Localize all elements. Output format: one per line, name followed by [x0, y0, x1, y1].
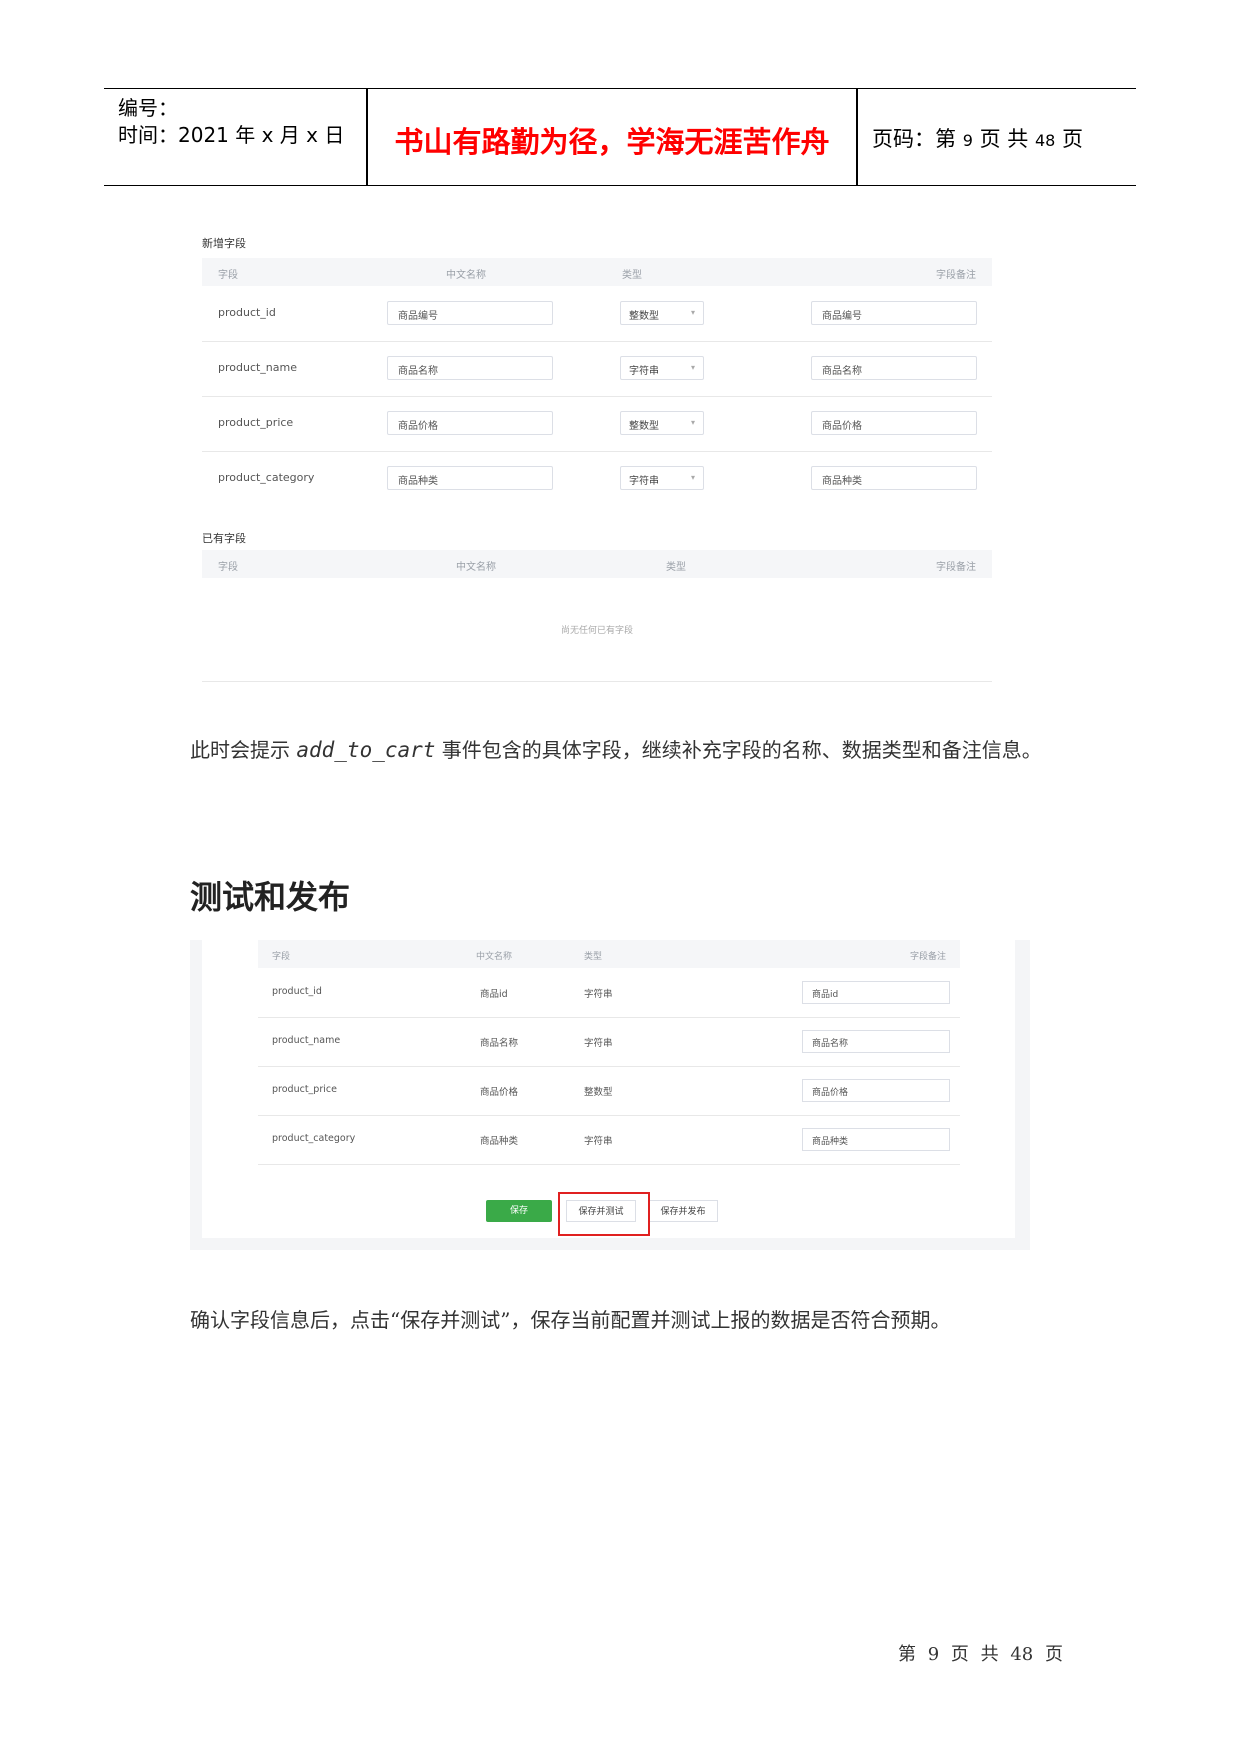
type-value: 字符串: [629, 366, 659, 377]
note-input[interactable]: 商品名称: [811, 356, 977, 380]
column-header: 类型: [622, 270, 642, 281]
field-name: product_price: [272, 1084, 337, 1095]
page-header: 编号： 时间：2021 年 x 月 x 日 书山有路勤为径，学海无涯苦作舟 页码…: [104, 88, 1136, 186]
column-header: 中文名称: [456, 562, 496, 573]
save-and-publish-button[interactable]: 保存并发布: [648, 1200, 718, 1222]
header-motto: 书山有路勤为径，学海无涯苦作舟: [394, 125, 830, 159]
column-header: 类型: [584, 952, 603, 962]
note-input[interactable]: 商品种类: [802, 1128, 950, 1151]
note-input[interactable]: 商品价格: [811, 411, 977, 435]
highlight-box: [558, 1192, 650, 1236]
field-name: product_category: [218, 471, 315, 484]
type-select[interactable]: 整数型 ▾: [620, 411, 704, 435]
page-mid: 页 共: [979, 127, 1029, 151]
column-header: 字段: [218, 562, 238, 573]
table-row: product_category 商品种类 字符串 商品种类: [258, 1115, 960, 1165]
chevron-down-icon: ▾: [690, 363, 695, 372]
table-row: product_name 商品名称 字符串 商品名称: [258, 1017, 960, 1067]
existing-fields-table-header: 字段 中文名称 类型 字段备注: [202, 550, 992, 578]
empty-state-message: 尚无任何已有字段: [560, 626, 633, 636]
table-row: product_category 商品种类 字符串 ▾ 商品种类: [202, 451, 992, 506]
new-fields-screenshot: 新增字段 字段 中文名称 类型 字段备注 product_id 商品编号 整数型…: [190, 230, 1000, 690]
existing-fields-title: 已有字段: [202, 532, 246, 545]
note-input[interactable]: 商品id: [802, 981, 950, 1004]
field-confirm-card: 字段 中文名称 类型 字段备注 product_id 商品id 字符串 商品id…: [202, 940, 1015, 1238]
type-value: 整数型: [629, 311, 659, 322]
chevron-down-icon: ▾: [690, 418, 695, 427]
table-row: product_name 商品名称 字符串 ▾ 商品名称: [202, 341, 992, 397]
header-divider: [856, 89, 858, 185]
cn-name-input[interactable]: 商品种类: [387, 466, 553, 490]
divider: [202, 681, 992, 682]
table-row: product_id 商品id 字符串 商品id: [258, 968, 960, 1018]
save-button[interactable]: 保存: [486, 1200, 552, 1222]
description-paragraph: 此时会提示 add_to_cart 事件包含的具体字段，继续补充字段的名称、数据…: [190, 726, 1070, 774]
column-header: 类型: [666, 562, 686, 573]
paragraph-text: 事件包含的具体字段，继续补充字段的名称、数据类型和备注信息。: [435, 738, 1042, 762]
column-header: 中文名称: [476, 952, 513, 962]
new-fields-table-header: 字段 中文名称 类型 字段备注: [202, 258, 992, 286]
confirm-paragraph: 确认字段信息后，点击“保存并测试”，保存当前配置并测试上报的数据是否符合预期。: [190, 1308, 951, 1332]
test-publish-screenshot: 字段 中文名称 类型 字段备注 product_id 商品id 字符串 商品id…: [190, 940, 1030, 1250]
field-name: product_price: [218, 416, 294, 429]
number-label: 编号：: [118, 96, 178, 120]
column-header: 字段备注: [936, 270, 976, 281]
field-name: product_name: [218, 361, 298, 374]
table-header: 字段 中文名称 类型 字段备注: [258, 940, 960, 968]
event-name: add_to_cart: [296, 738, 436, 762]
chevron-down-icon: ▾: [690, 308, 695, 317]
table-row: product_id 商品编号 整数型 ▾ 商品编号: [202, 286, 992, 342]
field-name: product_id: [218, 306, 276, 319]
header-page-info: 页码：第 9 页 共 48 页: [872, 123, 1083, 153]
section-heading: 测试和发布: [190, 878, 351, 916]
cn-name: 商品名称: [480, 1038, 519, 1049]
column-header: 中文名称: [446, 270, 486, 281]
field-name: product_category: [272, 1133, 356, 1144]
field-type: 字符串: [584, 989, 613, 1000]
type-select[interactable]: 字符串 ▾: [620, 466, 704, 490]
type-select[interactable]: 字符串 ▾: [620, 356, 704, 380]
cn-name: 商品id: [480, 989, 508, 1000]
note-input[interactable]: 商品名称: [802, 1030, 950, 1053]
time-label: 时间：2021 年 x 月 x 日: [118, 123, 345, 147]
column-header: 字段备注: [936, 562, 976, 573]
column-header: 字段备注: [909, 952, 946, 962]
table-row: product_price 商品价格 整数型 ▾ 商品价格: [202, 396, 992, 452]
column-header: 字段: [218, 270, 238, 281]
new-fields-title: 新增字段: [202, 237, 246, 250]
field-type: 字符串: [584, 1038, 613, 1049]
header-meta: 编号： 时间：2021 年 x 月 x 日: [118, 95, 344, 149]
type-value: 整数型: [629, 421, 659, 432]
cn-name-input[interactable]: 商品编号: [387, 301, 553, 325]
field-name: product_name: [272, 1035, 341, 1046]
field-type: 字符串: [584, 1136, 613, 1147]
field-type: 整数型: [584, 1087, 613, 1098]
field-name: product_id: [272, 986, 322, 997]
cn-name-input[interactable]: 商品价格: [387, 411, 553, 435]
cn-name-input[interactable]: 商品名称: [387, 356, 553, 380]
note-input[interactable]: 商品种类: [811, 466, 977, 490]
type-value: 字符串: [629, 476, 659, 487]
page-number: 9: [962, 131, 973, 150]
note-input[interactable]: 商品编号: [811, 301, 977, 325]
paragraph-text: 此时会提示: [190, 738, 297, 762]
chevron-down-icon: ▾: [690, 473, 695, 482]
page-total: 48: [1034, 131, 1056, 150]
table-row: product_price 商品价格 整数型 商品价格: [258, 1066, 960, 1116]
cn-name: 商品种类: [480, 1136, 519, 1147]
page-footer: 第 9 页 共 48 页: [898, 1644, 1063, 1665]
page-prefix: 页码：第: [872, 127, 956, 151]
page-suffix: 页: [1061, 127, 1083, 151]
cn-name: 商品价格: [480, 1087, 519, 1098]
column-header: 字段: [272, 952, 291, 962]
type-select[interactable]: 整数型 ▾: [620, 301, 704, 325]
note-input[interactable]: 商品价格: [802, 1079, 950, 1102]
